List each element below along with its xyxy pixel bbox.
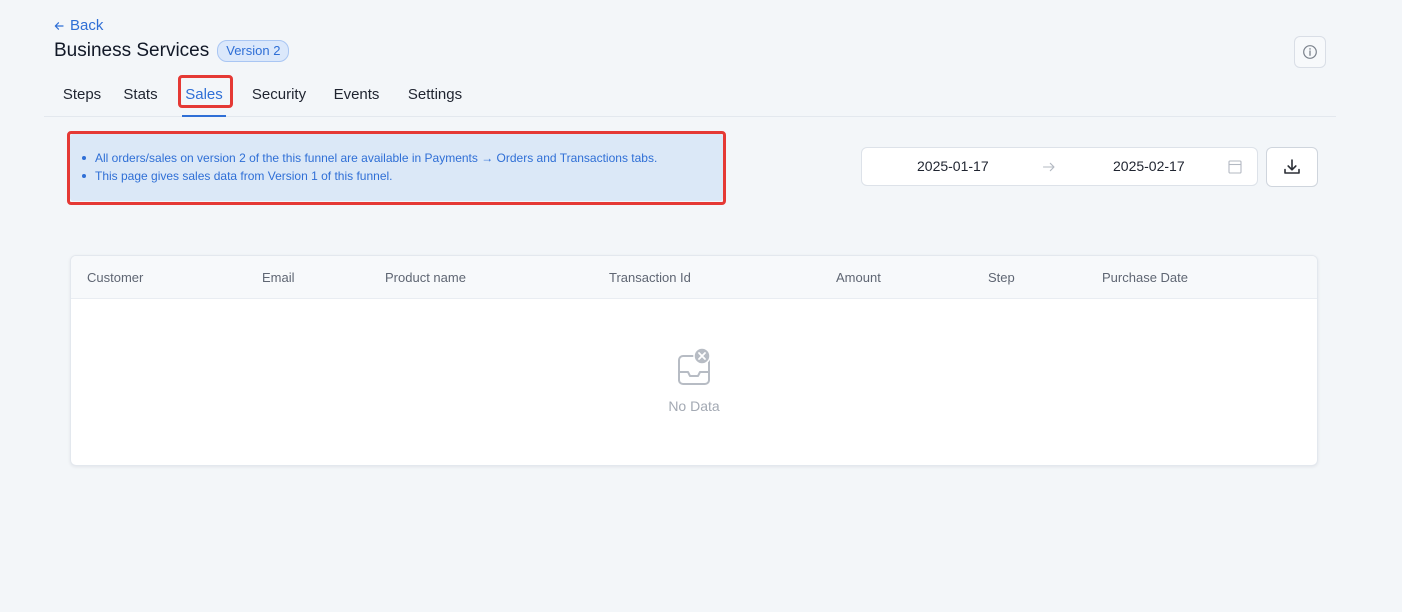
column-header-customer[interactable]: Customer [87, 270, 143, 285]
info-notice: All orders/sales on version 2 of the thi… [70, 134, 723, 201]
notice-item: This page gives sales data from Version … [82, 167, 713, 185]
info-icon [1303, 45, 1317, 59]
tab-sales[interactable]: Sales [182, 72, 226, 117]
title-row: Business Services Version 2 [54, 40, 290, 62]
page-title: Business Services [54, 40, 210, 61]
back-link[interactable]: Back [54, 17, 103, 34]
empty-text: No Data [668, 398, 720, 414]
column-header-transaction-id[interactable]: Transaction Id [609, 270, 691, 285]
download-icon [1284, 159, 1300, 174]
tab-settings[interactable]: Settings [402, 72, 468, 116]
column-header-product-name[interactable]: Product name [385, 270, 466, 285]
sales-table: Customer Email Product name Transaction … [70, 255, 1318, 466]
tab-security[interactable]: Security [246, 72, 312, 116]
back-label: Back [70, 17, 104, 34]
table-header: Customer Email Product name Transaction … [71, 256, 1317, 299]
column-header-step[interactable]: Step [988, 270, 1015, 285]
tab-bar: Steps Stats Sales Security Events Settin… [44, 72, 1336, 117]
column-header-email[interactable]: Email [262, 270, 295, 285]
inbox-empty-icon [678, 348, 711, 385]
notice-item: All orders/sales on version 2 of the thi… [82, 149, 713, 167]
sales-page: Back Business Services Version 2 Steps S… [0, 0, 1402, 612]
tab-steps[interactable]: Steps [54, 72, 110, 116]
version-badge: Version 2 [217, 40, 290, 62]
arrow-right-icon [1042, 162, 1055, 172]
tab-events[interactable]: Events [330, 72, 383, 116]
notice-list: All orders/sales on version 2 of the thi… [82, 149, 713, 185]
download-button[interactable] [1266, 147, 1318, 187]
empty-state: No Data [71, 348, 1317, 414]
column-header-amount[interactable]: Amount [836, 270, 881, 285]
info-button[interactable] [1294, 36, 1326, 68]
end-date-input[interactable]: 2025-02-17 [1113, 158, 1185, 174]
column-header-purchase-date[interactable]: Purchase Date [1102, 270, 1188, 285]
calendar-icon [1228, 160, 1242, 174]
tab-stats[interactable]: Stats [120, 72, 161, 116]
date-range-picker[interactable]: 2025-01-17 2025-02-17 [861, 147, 1258, 186]
start-date-input[interactable]: 2025-01-17 [917, 158, 989, 174]
arrow-left-icon [54, 21, 64, 30]
